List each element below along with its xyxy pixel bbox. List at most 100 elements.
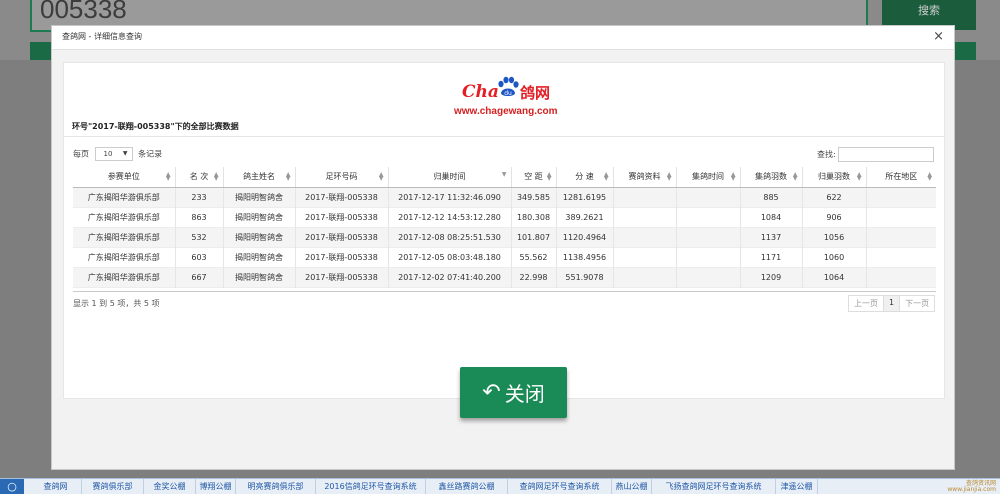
sort-icon: ▲ ▼ (213, 171, 219, 182)
results-heading: 环号"2017-联翔-005338"下的全部比赛数据 (72, 122, 239, 131)
close-icon[interactable]: × (933, 29, 944, 44)
table-cell (613, 207, 677, 228)
table-cell: 2017-联翔-005338 (295, 267, 389, 288)
start-icon[interactable]: ○ (0, 479, 24, 494)
table-cell: 揭阳明智鸽舍 (223, 227, 296, 248)
bottom-link[interactable]: 鑫丝路赛鸽公棚 (426, 479, 508, 494)
table-cell: 22.998 (511, 267, 557, 288)
pager-page-1[interactable]: 1 (883, 295, 901, 312)
table-cell: 1120.4964 (556, 227, 614, 248)
table-cell (676, 207, 741, 228)
modal-body: Cha du 鸽网 www.chagewang.com 环号"2017-联翔-0… (63, 62, 945, 418)
table-cell: 622 (802, 187, 867, 208)
column-header-label: 归巢时间 (433, 172, 466, 182)
table-cell: 667 (175, 267, 224, 288)
table-bottom-border (73, 291, 936, 292)
pager-prev-button[interactable]: 上一页 (848, 295, 884, 312)
table-cell: 2017-12-08 08:25:51.530 (388, 227, 512, 248)
logo-brand-cn: 鸽网 (520, 84, 551, 102)
column-header[interactable]: 空 距 ▲ ▼ (511, 167, 557, 188)
column-header-label: 集鸽羽数 (755, 172, 787, 182)
page-length-prefix: 每页 (73, 149, 89, 159)
column-header[interactable]: 参赛单位 ▲ ▼ (73, 167, 176, 188)
sort-icon: ▲ ▼ (927, 171, 932, 182)
table-cell: 603 (175, 247, 224, 268)
table-cell: 349.585 (511, 187, 557, 208)
bottom-link[interactable]: 查鸽网 (30, 479, 82, 494)
column-header[interactable]: 集鸽羽数 ▲ ▼ (740, 167, 803, 188)
column-header-label: 赛鸽资料 (628, 172, 661, 182)
column-header[interactable]: 归巢时间 ▼ (388, 167, 512, 188)
table-cell: 101.807 (511, 227, 557, 248)
bottom-link[interactable]: 赛鸽俱乐部 (82, 479, 144, 494)
results-table: 参赛单位 ▲ ▼ 名 次 ▲ ▼ 鸽主姓名 ▲ ▼ 足环号码 ▲ ▼ 归巢时间 ▼ 空 距 ▲ ▼ 分 速 ▲ ▼ 赛鸽… (73, 167, 936, 288)
chagewang-logo: Cha du 鸽网 www.chagewang.com (454, 75, 562, 117)
table-cell: 532 (175, 227, 224, 248)
bottom-link[interactable]: 博翔公棚 (196, 479, 236, 494)
table-cell: 2017-联翔-005338 (295, 247, 389, 268)
page-length-select[interactable]: 10 ▼ (94, 147, 133, 161)
table-cell: 广东揭阳华游俱乐部 (73, 227, 176, 248)
table-cell: 揭阳明智鸽舍 (223, 187, 296, 208)
background-search-value: 005338 (40, 0, 127, 24)
column-header[interactable]: 分 速 ▲ ▼ (556, 167, 614, 188)
paw-icon: du (498, 76, 519, 97)
bottom-link[interactable]: 飞扬查鸽网足环号查询系统 (652, 479, 776, 494)
column-header[interactable]: 赛鸽资料 ▲ ▼ (613, 167, 677, 188)
table-search: 查找: (817, 147, 935, 162)
table-row: 广东揭阳华游俱乐部 863 揭阳明智鸽舍 2017-联翔-005338 2017-12-… (73, 207, 936, 228)
column-header[interactable]: 名 次 ▲ ▼ (175, 167, 224, 188)
column-header-label: 集鸽时间 (692, 172, 724, 182)
column-header[interactable]: 集鸽时间 ▲ ▼ (676, 167, 741, 188)
modal-title: 查鸽网 - 详细信息查询 (62, 32, 142, 41)
table-cell: 1171 (740, 247, 803, 268)
bottom-link[interactable]: 燕山公棚 (612, 479, 652, 494)
pager-next-button[interactable]: 下一页 (899, 295, 936, 312)
table-cell (866, 207, 936, 227)
table-cell: 863 (175, 207, 224, 228)
sort-icon: ▲ ▼ (546, 171, 552, 182)
bottom-link[interactable]: 津遥公棚 (776, 479, 818, 494)
table-cell: 2017-12-17 11:32:46.090 (388, 187, 512, 208)
detail-modal: 查鸽网 - 详细信息查询 × Cha du 鸽网 www.chagewang.c… (51, 25, 955, 470)
bottom-link[interactable]: 2016信鸽足环号查询系统 (316, 479, 426, 494)
close-button-label: 关闭 (504, 382, 545, 406)
sort-icon: ▲ ▼ (666, 171, 672, 182)
table-cell: 906 (802, 207, 867, 228)
column-header[interactable]: 归巢羽数 ▲ ▼ (802, 167, 867, 188)
table-cell: 2017-联翔-005338 (295, 187, 389, 208)
bottom-link[interactable]: 查鸽网足环号查询系统 (508, 479, 612, 494)
table-cell: 1084 (740, 207, 803, 228)
table-cell: 180.308 (511, 207, 557, 228)
table-header-row: 参赛单位 ▲ ▼ 名 次 ▲ ▼ 鸽主姓名 ▲ ▼ 足环号码 ▲ ▼ 归巢时间 ▼ 空 距 ▲ ▼ 分 速 ▲ ▼ 赛鸽… (73, 167, 936, 188)
corner-logo: 查鸽资讯网 www.jianjia.com (947, 481, 996, 493)
table-cell: 1138.4956 (556, 247, 614, 268)
column-header[interactable]: 足环号码 ▲ ▼ (295, 167, 389, 188)
close-button[interactable]: ↶ 关闭 (460, 367, 567, 418)
bottom-link[interactable]: 明亮赛鸽俱乐部 (236, 479, 316, 494)
table-cell (676, 227, 741, 248)
column-header-label: 足环号码 (325, 172, 358, 182)
column-header[interactable]: 鸽主姓名 ▲ ▼ (223, 167, 296, 188)
table-cell: 广东揭阳华游俱乐部 (73, 187, 176, 208)
sort-desc-icon: ▼ (501, 171, 507, 178)
table-cell: 2017-12-05 08:03:48.180 (388, 247, 512, 268)
table-cell: 1064 (802, 267, 867, 288)
table-search-input[interactable] (838, 147, 935, 162)
column-header-label: 空 距 (524, 172, 543, 182)
bottom-link[interactable]: 金奖公棚 (144, 479, 196, 494)
bottom-link-bar: ○ 查鸽网 赛鸽俱乐部 金奖公棚 博翔公棚 明亮赛鸽俱乐部 2016信鸽足环号查询系统 鑫丝… (0, 478, 1000, 494)
modal-header: 查鸽网 - 详细信息查询 × (52, 26, 954, 50)
table-cell: 885 (740, 187, 803, 208)
page-length-control: 每页 10 ▼ 条记录 (73, 147, 162, 161)
table-cell (613, 227, 677, 248)
column-header[interactable]: 所在地区 ▲ ▼ (866, 167, 936, 188)
sort-icon: ▲ ▼ (285, 171, 291, 182)
table-row: 广东揭阳华游俱乐部 233 揭阳明智鸽舍 2017-联翔-005338 2017-12-… (73, 187, 936, 208)
bottom-links: 查鸽网 赛鸽俱乐部 金奖公棚 博翔公棚 明亮赛鸽俱乐部 2016信鸽足环号查询系统 鑫丝路赛… (30, 479, 818, 494)
corner-logo-line2: www.jianjia.com (947, 486, 996, 493)
table-cell (676, 187, 741, 208)
reply-arrow-icon: ↶ (482, 380, 501, 405)
table-cell: 广东揭阳华游俱乐部 (73, 207, 176, 228)
column-header-label: 鸽主姓名 (243, 172, 275, 182)
